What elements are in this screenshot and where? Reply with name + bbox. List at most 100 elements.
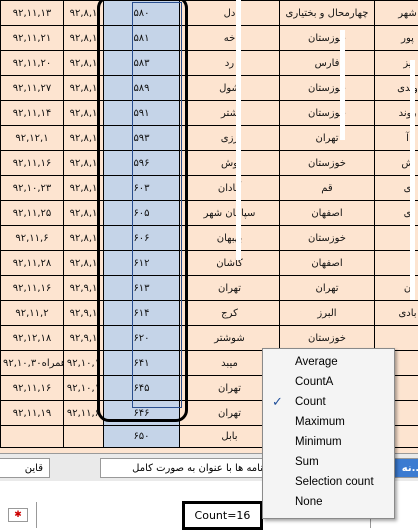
- cell-number[interactable]: ۹۲,۸,۱: [63, 250, 104, 276]
- cell-id[interactable]: ۶۱۳: [103, 275, 180, 301]
- cell-date[interactable]: ۹۲,۱۱,۱۹: [0, 400, 64, 426]
- cell-province[interactable]: تهران: [279, 275, 375, 301]
- cell-province[interactable]: خوزستان: [279, 25, 375, 51]
- cell-province[interactable]: خوزستان: [279, 75, 375, 101]
- cell-number[interactable]: ۹۲,۱۱,۶: [63, 400, 104, 426]
- cell-date[interactable]: ۹۲,۱۱,۱۳: [0, 0, 64, 26]
- cell-date[interactable]: ۹۲,۱۰,۲۳: [0, 175, 64, 201]
- menu-item-counta[interactable]: CountA: [263, 372, 394, 392]
- cell-extra[interactable]: شهر: [374, 0, 418, 26]
- cell-province[interactable]: چهارمحال و بختیاری: [279, 0, 375, 26]
- cell-extra[interactable]: ن: [374, 275, 418, 301]
- cell-date[interactable]: ۹۲,۱۱,۲۵: [0, 200, 64, 226]
- cell-province[interactable]: خوزستان: [279, 150, 375, 176]
- menu-item-minimum[interactable]: Minimum: [263, 432, 394, 452]
- cell-province[interactable]: خوزستان: [279, 100, 375, 126]
- cell-id[interactable]: ۶۱۴: [103, 300, 180, 326]
- cell-city[interactable]: خه: [179, 25, 280, 51]
- macro-record-icon[interactable]: ✱: [8, 508, 28, 522]
- cell-extra[interactable]: [374, 225, 418, 251]
- cell-id[interactable]: ۵۸۱: [103, 25, 180, 51]
- cell-id[interactable]: ۶۴۵: [103, 375, 180, 401]
- cell-city[interactable]: دل: [179, 0, 280, 26]
- cell-id[interactable]: ۶۰۳: [103, 175, 180, 201]
- cell-city[interactable]: بهبهان: [179, 225, 280, 251]
- cell-extra[interactable]: پور: [374, 25, 418, 51]
- cell-date[interactable]: [0, 425, 64, 448]
- cell-city[interactable]: شوشتر: [179, 325, 280, 351]
- cell-date[interactable]: ۹۲,۱۲,۱۸: [0, 325, 64, 351]
- cell-number[interactable]: ۹۲,۸,۱: [63, 225, 104, 251]
- cell-number[interactable]: ۹۲,۸,۱: [63, 200, 104, 226]
- cell-city[interactable]: کرج: [179, 300, 280, 326]
- menu-item-selection-count[interactable]: Selection count: [263, 472, 394, 492]
- cell-extra[interactable]: بادی: [374, 300, 418, 326]
- cell-date[interactable]: ۹۲,۱۲,۱: [0, 125, 64, 151]
- cell-city[interactable]: شتر: [179, 100, 280, 126]
- cell-extra[interactable]: ی: [374, 175, 418, 201]
- cell-id[interactable]: ۵۹۶: [103, 150, 180, 176]
- cell-id[interactable]: ۵۸۹: [103, 75, 180, 101]
- cell-province[interactable]: اصفهان: [279, 250, 375, 276]
- cell-city[interactable]: رد: [179, 50, 280, 76]
- cell-number[interactable]: ۹۲,۸,۱: [63, 0, 104, 26]
- cell-extra[interactable]: ش: [374, 150, 418, 176]
- cell-date[interactable]: ۹۲,۱۱,۱۶: [0, 275, 64, 301]
- cell-date[interactable]: ۹۲,۱۱,۲۱: [0, 25, 64, 51]
- cell-number[interactable]: ۹۲,۸,۱: [63, 175, 104, 201]
- cell-id[interactable]: ۵۸۳: [103, 50, 180, 76]
- cell-id[interactable]: ۶۲۰: [103, 325, 180, 351]
- cell-extra[interactable]: [374, 250, 418, 276]
- cell-date[interactable]: ۹۲,۱۰,۳۰همراه: [0, 350, 64, 376]
- cell-number[interactable]: ۹۲,۹,۱: [63, 325, 104, 351]
- cell-date[interactable]: ۹۲,۱۱,۱۴: [0, 100, 64, 126]
- cell-number[interactable]: ۹۲,۹,۱: [63, 300, 104, 326]
- cell-id[interactable]: ۶۵۰: [103, 425, 180, 448]
- cell-date[interactable]: ۹۲,۱۱,۲۷: [0, 75, 64, 101]
- cell-extra[interactable]: [374, 325, 418, 351]
- cell-city[interactable]: سپاهان شهر: [179, 200, 280, 226]
- cell-province[interactable]: اصفهان: [279, 200, 375, 226]
- cell-date[interactable]: ۹۲,۱۱,۱۶: [0, 150, 64, 176]
- status-count-display[interactable]: Count=16: [182, 501, 263, 530]
- cell-extra[interactable]: روند: [374, 100, 418, 126]
- cell-id[interactable]: ۵۹۱: [103, 100, 180, 126]
- cell-date[interactable]: ۹۲,۱۱,۲: [0, 300, 64, 326]
- cell-city[interactable]: تهران: [179, 275, 280, 301]
- cell-province[interactable]: قم: [279, 175, 375, 201]
- cell-number[interactable]: ۹۲,۹,۱: [63, 275, 104, 301]
- cell-number[interactable]: ۹۲,۸,۱: [63, 25, 104, 51]
- cell-number[interactable]: [63, 425, 104, 448]
- cell-id[interactable]: ۵۸۰: [103, 0, 180, 26]
- cell-province[interactable]: خوزستان: [279, 325, 375, 351]
- cell-extra[interactable]: یز: [374, 50, 418, 76]
- cell-number[interactable]: ۹۲,۱۰,۱: [63, 375, 104, 401]
- cell-number[interactable]: ۹۲,۸,۱: [63, 100, 104, 126]
- cell-number[interactable]: ۹۲,۸,۱: [63, 150, 104, 176]
- cell-id[interactable]: ۶۱۲: [103, 250, 180, 276]
- cell-id[interactable]: ۶۰۶: [103, 225, 180, 251]
- menu-item-count[interactable]: ✓ Count: [263, 392, 394, 412]
- cell-city[interactable]: وش: [179, 150, 280, 176]
- cell-city[interactable]: کاشان: [179, 250, 280, 276]
- cell-date[interactable]: ۹۲,۱۱,۲۸: [0, 250, 64, 276]
- cell-province[interactable]: البرز: [279, 300, 375, 326]
- cell-number[interactable]: ۹۲,۸,۱: [63, 75, 104, 101]
- sheet-tab-letters[interactable]: نامه ها با عنوان به صورت کامل: [100, 458, 270, 478]
- menu-item-none[interactable]: None: [263, 492, 394, 512]
- cell-date[interactable]: ۹۲,۱۱,۶: [0, 225, 64, 251]
- cell-date[interactable]: ۹۲,۱۱,۲۰: [0, 50, 64, 76]
- cell-number[interactable]: ۹۲,۸,۱: [63, 125, 104, 151]
- menu-item-sum[interactable]: Sum: [263, 452, 394, 472]
- cell-province[interactable]: تهران: [279, 125, 375, 151]
- menu-item-average[interactable]: Average: [263, 352, 394, 372]
- cell-id[interactable]: ۶۰۵: [103, 200, 180, 226]
- cell-id[interactable]: ۶۴۱: [103, 350, 180, 376]
- cell-number[interactable]: ۹۲,۱۰,۱: [63, 350, 104, 376]
- cell-extra[interactable]: ی: [374, 200, 418, 226]
- cell-province[interactable]: خوزستان: [279, 225, 375, 251]
- cell-date[interactable]: ۹۲,۱۱,۱۶: [0, 375, 64, 401]
- cell-extra[interactable]: وندی: [374, 75, 418, 101]
- cell-number[interactable]: ۹۲,۸,۱: [63, 50, 104, 76]
- cell-province[interactable]: فارس: [279, 50, 375, 76]
